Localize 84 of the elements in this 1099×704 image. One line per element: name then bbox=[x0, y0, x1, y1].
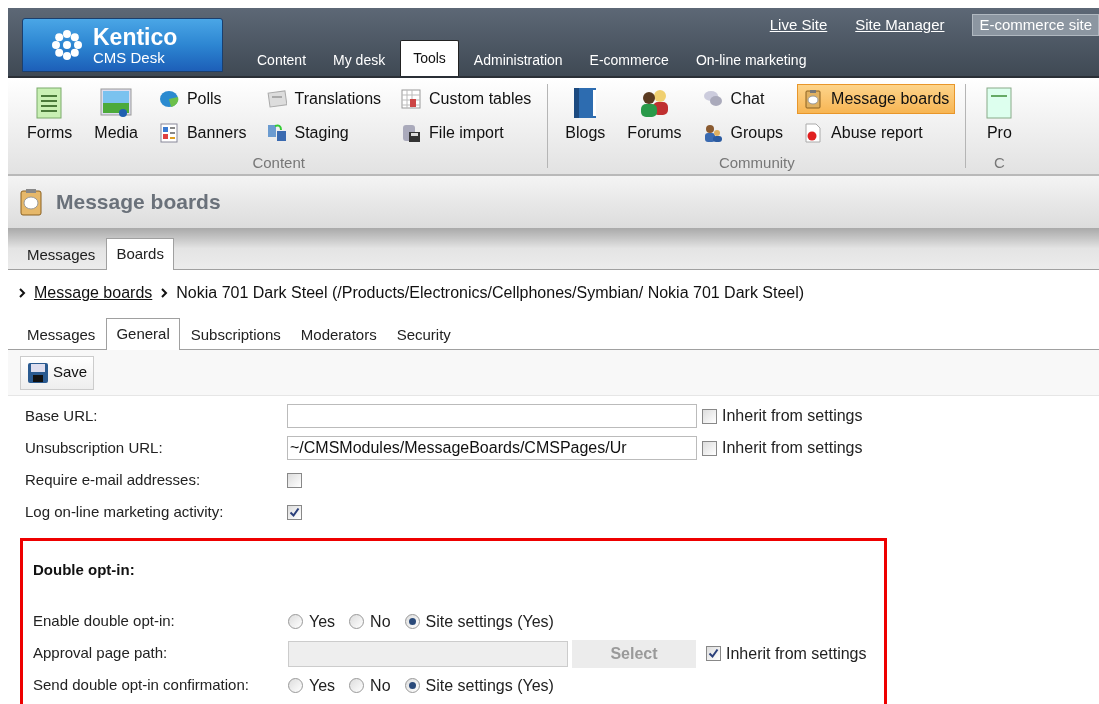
ribbon-button[interactable]: Groups bbox=[696, 118, 790, 148]
field-label: Send double opt-in confirmation: bbox=[33, 675, 250, 696]
radio-button[interactable] bbox=[288, 678, 303, 693]
tab[interactable]: General bbox=[106, 318, 180, 350]
field-label: Approval page path: bbox=[33, 643, 169, 664]
clipboard-icon bbox=[803, 89, 824, 109]
checkbox[interactable] bbox=[287, 472, 302, 488]
tab[interactable]: Security bbox=[387, 320, 460, 350]
main-tab[interactable]: Administration bbox=[461, 44, 575, 76]
section-title: Double opt-in: bbox=[33, 560, 136, 580]
picture-icon bbox=[100, 87, 133, 119]
logo-name: Kentico bbox=[93, 25, 178, 49]
tab[interactable]: Messages bbox=[18, 240, 105, 270]
newspaper-icon bbox=[266, 89, 287, 109]
group-label: C bbox=[993, 152, 1005, 173]
radio-button[interactable] bbox=[288, 614, 303, 629]
radio-label: Site settings (Yes) bbox=[425, 611, 554, 632]
tab[interactable]: Boards bbox=[106, 238, 174, 270]
radio-label: No bbox=[370, 675, 391, 696]
ribbon-button[interactable]: Staging bbox=[260, 118, 388, 148]
main-tab[interactable]: On-line marketing bbox=[683, 44, 819, 76]
ribbon-button[interactable]: Abuse report bbox=[797, 118, 956, 148]
asterisk-logo-icon bbox=[51, 29, 83, 61]
people-icon bbox=[638, 87, 671, 119]
radio-button[interactable] bbox=[404, 678, 420, 693]
ribbon-button[interactable]: Forums bbox=[620, 84, 689, 146]
field-label: Enable double opt-in: bbox=[33, 611, 176, 632]
radio-label: Yes bbox=[309, 611, 336, 632]
breadcrumb-current: Nokia 701 Dark Steel (/Products/Electronics/Cellphones/Symbian/ Nokia 701 Dark Steel) bbox=[176, 283, 805, 303]
main-tab[interactable]: Tools bbox=[400, 40, 459, 76]
radio-button[interactable] bbox=[349, 614, 365, 629]
ribbon-button[interactable]: Polls bbox=[152, 84, 253, 114]
computers-icon bbox=[266, 123, 287, 143]
text-field[interactable] bbox=[287, 404, 697, 428]
ribbon-button[interactable]: Chat bbox=[696, 84, 790, 114]
tab[interactable]: Messages bbox=[18, 320, 105, 350]
layout-icon bbox=[158, 123, 179, 143]
checkbox[interactable] bbox=[702, 408, 717, 424]
radio-label: Site settings (Yes) bbox=[425, 675, 554, 696]
group-label: Community bbox=[718, 152, 795, 173]
field-label: Unsubscription URL: bbox=[25, 437, 164, 458]
page-title: Message boards bbox=[56, 189, 221, 216]
tab[interactable]: Moderators bbox=[291, 320, 386, 350]
chevron-icon bbox=[18, 287, 26, 299]
ribbon-button[interactable]: Custom tables bbox=[395, 84, 538, 114]
speech-bubbles-icon bbox=[702, 89, 723, 109]
tab[interactable]: Subscriptions bbox=[181, 320, 290, 350]
checkbox-label: Inherit from settings bbox=[726, 643, 867, 664]
ribbon-button[interactable]: Banners bbox=[152, 118, 253, 148]
field-label: Require e-mail addresses: bbox=[25, 469, 202, 490]
field-label: Base URL: bbox=[25, 405, 99, 426]
checkbox-label: Inherit from settings bbox=[722, 438, 863, 458]
table-icon bbox=[401, 89, 422, 109]
chevron-icon bbox=[160, 287, 169, 299]
ribbon-button[interactable]: Media bbox=[87, 84, 145, 146]
save-button[interactable]: Save bbox=[20, 355, 95, 390]
checkbox-label: Inherit from settings bbox=[722, 406, 863, 426]
ribbon-button[interactable]: Translations bbox=[260, 84, 388, 114]
text-field[interactable]: ~/CMSModules/MessageBoards/CMSPages/Ur bbox=[287, 436, 697, 460]
clipboard-icon bbox=[20, 188, 42, 216]
ribbon-button[interactable]: Message boards bbox=[797, 84, 956, 114]
checkbox[interactable] bbox=[702, 440, 717, 456]
main-tab[interactable]: My desk bbox=[321, 44, 398, 76]
group-icon bbox=[702, 123, 723, 143]
checkbox[interactable] bbox=[287, 504, 302, 520]
ribbon-button[interactable]: File import bbox=[395, 118, 538, 148]
group-label: Content bbox=[252, 152, 305, 173]
ribbon-button[interactable]: Pro bbox=[976, 84, 1023, 146]
radio-label: Yes bbox=[309, 675, 336, 696]
main-tab[interactable]: Content bbox=[245, 44, 319, 76]
radio-label: No bbox=[370, 611, 391, 632]
radio-button[interactable] bbox=[349, 678, 365, 693]
logo-subtitle: CMS Desk bbox=[93, 49, 166, 65]
ribbon-button[interactable]: Blogs bbox=[558, 84, 613, 146]
ribbon-button[interactable]: Forms bbox=[20, 84, 80, 146]
header-link[interactable]: Site Manager bbox=[855, 14, 945, 37]
radio-button[interactable] bbox=[404, 614, 420, 629]
pie-chart-icon bbox=[158, 89, 179, 109]
breadcrumb-link[interactable]: Message boards bbox=[34, 281, 153, 305]
field-label: Log on-line marketing activity: bbox=[25, 501, 225, 522]
main-tab[interactable]: E-commerce bbox=[577, 44, 681, 76]
database-icon bbox=[401, 123, 422, 143]
header-link[interactable]: Live Site bbox=[769, 14, 828, 37]
document-icon bbox=[803, 123, 824, 143]
